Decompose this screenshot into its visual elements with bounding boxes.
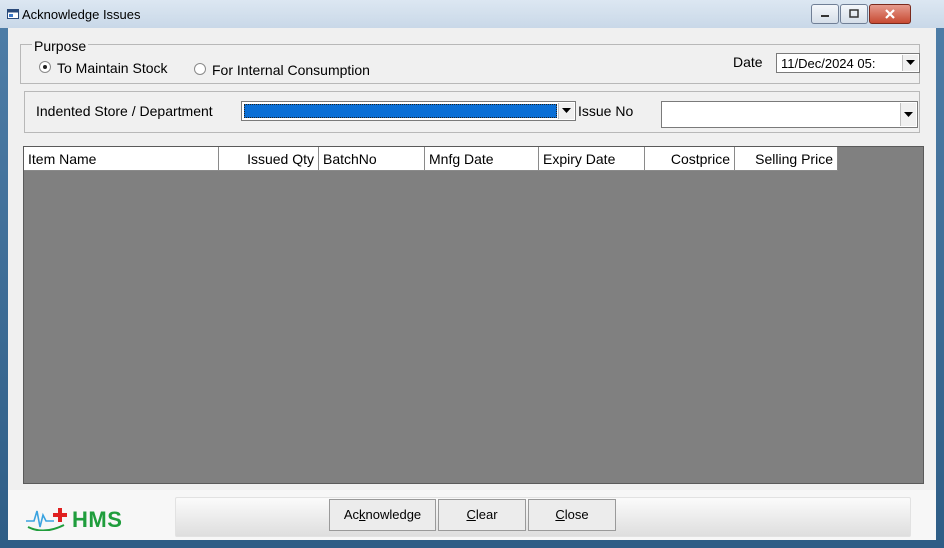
- column-header-item-name[interactable]: Item Name: [24, 147, 219, 171]
- store-department-select[interactable]: [241, 101, 576, 121]
- radio-internal-consumption[interactable]: [194, 63, 206, 75]
- column-header-mnfg-date[interactable]: Mnfg Date: [425, 147, 539, 171]
- hms-logo-text: HMS: [72, 507, 123, 532]
- title-bar[interactable]: Acknowledge Issues: [0, 0, 944, 28]
- maximize-button[interactable]: [840, 4, 868, 24]
- date-value: 11/Dec/2024 05:: [781, 56, 876, 71]
- column-header-expiry-date[interactable]: Expiry Date: [539, 147, 645, 171]
- minimize-button[interactable]: [811, 4, 839, 24]
- issue-no-label: Issue No: [578, 103, 634, 119]
- close-icon: [885, 9, 895, 19]
- acknowledge-button[interactable]: Acknowledge: [329, 499, 436, 531]
- window-app-icon: [7, 9, 19, 19]
- date-label: Date: [733, 54, 763, 70]
- store-dropdown-button[interactable]: [558, 103, 574, 119]
- close-button[interactable]: Close: [528, 499, 616, 531]
- issue-no-dropdown-button[interactable]: [900, 103, 916, 126]
- maximize-icon: [849, 9, 859, 18]
- date-dropdown-button[interactable]: [902, 55, 918, 71]
- app-window: Acknowledge Issues Purpose To Maintain S…: [0, 0, 944, 548]
- purpose-legend: Purpose: [32, 38, 89, 54]
- radio-maintain-stock-label[interactable]: To Maintain Stock: [57, 60, 168, 76]
- issue-no-select[interactable]: [661, 101, 918, 128]
- clear-button[interactable]: Clear: [438, 499, 526, 531]
- minimize-icon: [821, 15, 829, 17]
- date-picker[interactable]: 11/Dec/2024 05:: [776, 53, 920, 73]
- window-title: Acknowledge Issues: [22, 7, 141, 22]
- radio-maintain-stock[interactable]: [39, 61, 51, 73]
- column-header-costprice[interactable]: Costprice: [645, 147, 735, 171]
- close-window-button[interactable]: [869, 4, 911, 24]
- chevron-down-icon: [906, 60, 915, 65]
- store-selection-highlight: [244, 104, 557, 118]
- chevron-down-icon: [562, 108, 571, 113]
- column-header-batch-no[interactable]: BatchNo: [319, 147, 425, 171]
- radio-internal-consumption-label[interactable]: For Internal Consumption: [212, 62, 370, 78]
- store-department-label: Indented Store / Department: [36, 103, 213, 119]
- items-grid[interactable]: Item Name Issued Qty BatchNo Mnfg Date E…: [23, 146, 924, 484]
- column-header-selling-price[interactable]: Selling Price: [735, 147, 838, 171]
- chevron-down-icon: [904, 111, 913, 117]
- column-header-issued-qty[interactable]: Issued Qty: [219, 147, 319, 171]
